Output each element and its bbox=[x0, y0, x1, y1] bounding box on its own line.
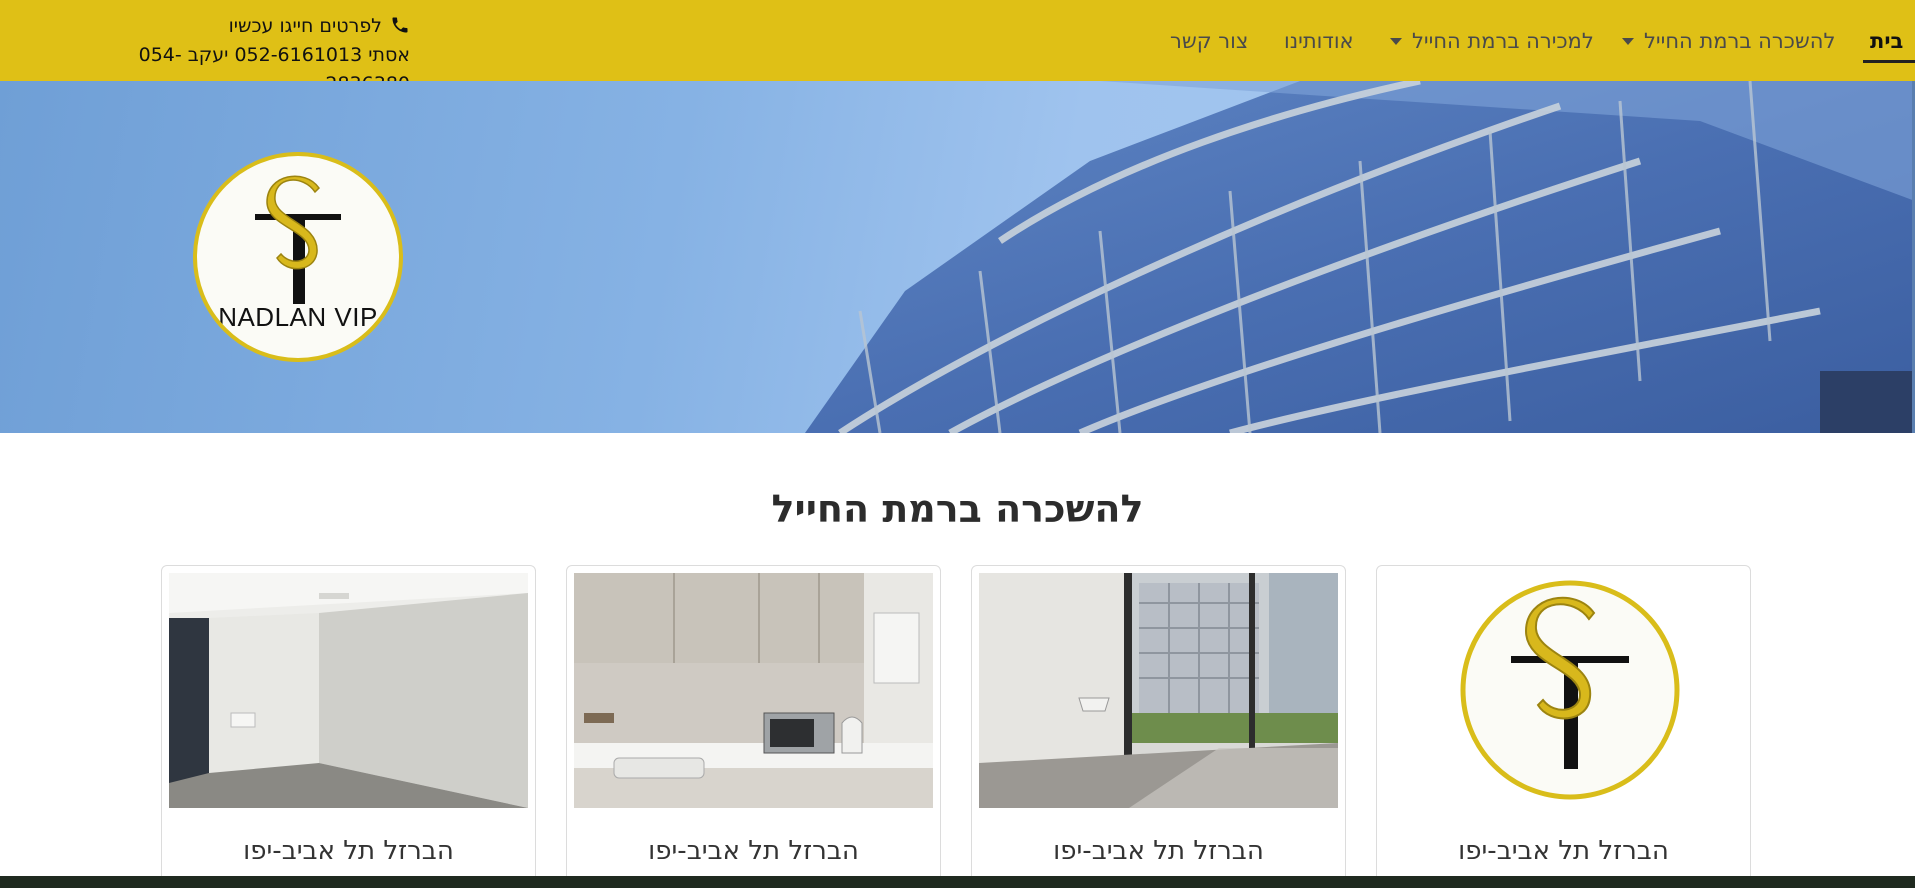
nav-active-indicator bbox=[1863, 60, 1915, 63]
nav-item-label: בית bbox=[1870, 29, 1904, 53]
section-title: להשכרה ברמת החייל bbox=[771, 487, 1144, 531]
logo-text: NADLAN VIP bbox=[218, 302, 378, 332]
listing-caption[interactable]: הברזל תל אביב-יפו bbox=[1377, 836, 1750, 866]
listing-card[interactable]: הברזל תל אביב-יפו bbox=[971, 565, 1346, 888]
bottom-bar bbox=[0, 876, 1915, 888]
listing-card[interactable]: הברזל תל אביב-יפו bbox=[1376, 565, 1751, 888]
listing-photo[interactable] bbox=[574, 573, 933, 808]
top-navbar: בית להשכרה ברמת החייל למכירה ברמת החייל … bbox=[0, 0, 1915, 95]
nav-item-contact[interactable]: צור קשר bbox=[1170, 26, 1248, 56]
listing-caption[interactable]: הברזל תל אביב-יפו bbox=[567, 836, 940, 866]
listing-caption[interactable]: הברזל תל אביב-יפו bbox=[162, 836, 535, 866]
listing-photo[interactable] bbox=[979, 573, 1338, 808]
nav-item-label: להשכרה ברמת החייל bbox=[1644, 29, 1836, 53]
office-window-photo bbox=[979, 573, 1338, 808]
kitchenette-photo bbox=[574, 573, 933, 808]
nav-item-about[interactable]: אודותינו bbox=[1284, 26, 1354, 56]
nav-item-rent[interactable]: להשכרה ברמת החייל bbox=[1622, 26, 1835, 56]
contact-headline-text: לפרטים חייגו עכשיו bbox=[228, 15, 382, 37]
chevron-down-icon bbox=[1390, 37, 1402, 45]
empty-room-photo bbox=[169, 573, 528, 808]
listing-card[interactable]: הברזל תל אביב-יפו bbox=[566, 565, 941, 888]
contact-headline: לפרטים חייגו עכשיו bbox=[60, 12, 410, 41]
nav-item-home[interactable]: בית bbox=[1870, 26, 1903, 56]
nav-item-label: צור קשר bbox=[1170, 29, 1249, 53]
listing-photo[interactable] bbox=[169, 573, 528, 808]
listing-caption[interactable]: הברזל תל אביב-יפו bbox=[972, 836, 1345, 866]
hero-logo: NADLAN VIP bbox=[193, 152, 403, 362]
nav-item-label: אודותינו bbox=[1284, 29, 1354, 53]
nav-item-label: למכירה ברמת החייל bbox=[1412, 29, 1594, 53]
listing-photo[interactable] bbox=[1384, 573, 1743, 808]
nav-item-sale[interactable]: למכירה ברמת החייל bbox=[1390, 26, 1594, 56]
hero-banner: NADLAN VIP bbox=[0, 81, 1915, 433]
listing-card[interactable]: הברזל תל אביב-יפו bbox=[161, 565, 536, 888]
logo-monogram-icon bbox=[255, 175, 341, 304]
phone-icon bbox=[392, 17, 408, 33]
chevron-down-icon bbox=[1622, 37, 1634, 45]
logo-monogram-icon bbox=[1384, 573, 1743, 808]
